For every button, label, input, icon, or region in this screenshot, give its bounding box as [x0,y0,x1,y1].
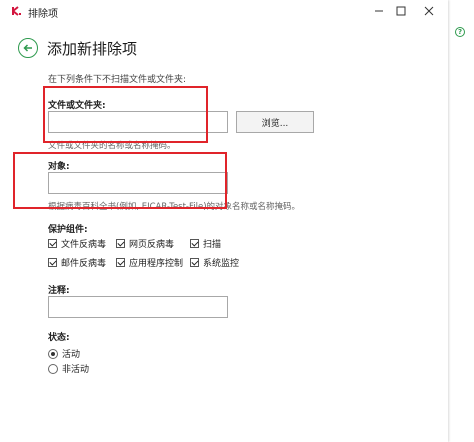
minimize-icon [375,10,383,12]
highlight-box-file [43,86,208,143]
checkbox-checked-icon [190,239,199,248]
comment-label: 注释: [48,286,70,296]
checkbox-system-watcher[interactable]: 系统监控 [190,256,239,269]
exclusion-dialog: 排除项 添加新排除项 在下列条件下不扫描文件或文件夹: 文件或文件夹: 浏览..… [0,0,448,442]
status-label: 状态: [48,333,70,343]
close-button[interactable] [418,3,440,19]
checkbox-scan[interactable]: 扫描 [190,237,221,250]
back-button[interactable] [18,38,38,58]
radio-selected-icon [48,348,58,359]
checkbox-checked-icon [190,258,199,267]
radio-inactive[interactable]: 非活动 [48,362,89,375]
page-title: 添加新排除项 [47,40,138,58]
checkbox-checked-icon [116,239,125,248]
maximize-icon [396,6,406,16]
browse-button[interactable]: 浏览... [236,111,314,133]
radio-unselected-icon [48,363,58,374]
background-window-right [448,18,474,442]
close-icon [424,6,434,16]
radio-active[interactable]: 活动 [48,347,80,360]
protection-components-label: 保护组件: [48,225,88,235]
kaspersky-logo-icon [12,6,21,16]
checkbox-file-antivirus[interactable]: 文件反病毒 [48,237,106,250]
maximize-button[interactable] [390,3,412,19]
title-bar: 排除项 [0,0,448,22]
checkbox-checked-icon [116,258,125,267]
checkbox-web-antivirus[interactable]: 网页反病毒 [116,237,174,250]
page-description: 在下列条件下不扫描文件或文件夹: [48,75,187,85]
checkbox-checked-icon [48,258,57,267]
checkbox-checked-icon [48,239,57,248]
minimize-button[interactable] [368,3,390,19]
checkbox-application-control[interactable]: 应用程序控制 [116,256,183,269]
comment-input[interactable] [48,296,228,318]
checkbox-mail-antivirus[interactable]: 邮件反病毒 [48,256,106,269]
help-icon[interactable]: ? [455,27,465,37]
arrow-left-icon [23,44,32,52]
highlight-box-object [13,152,227,209]
window-title: 排除项 [28,9,58,20]
